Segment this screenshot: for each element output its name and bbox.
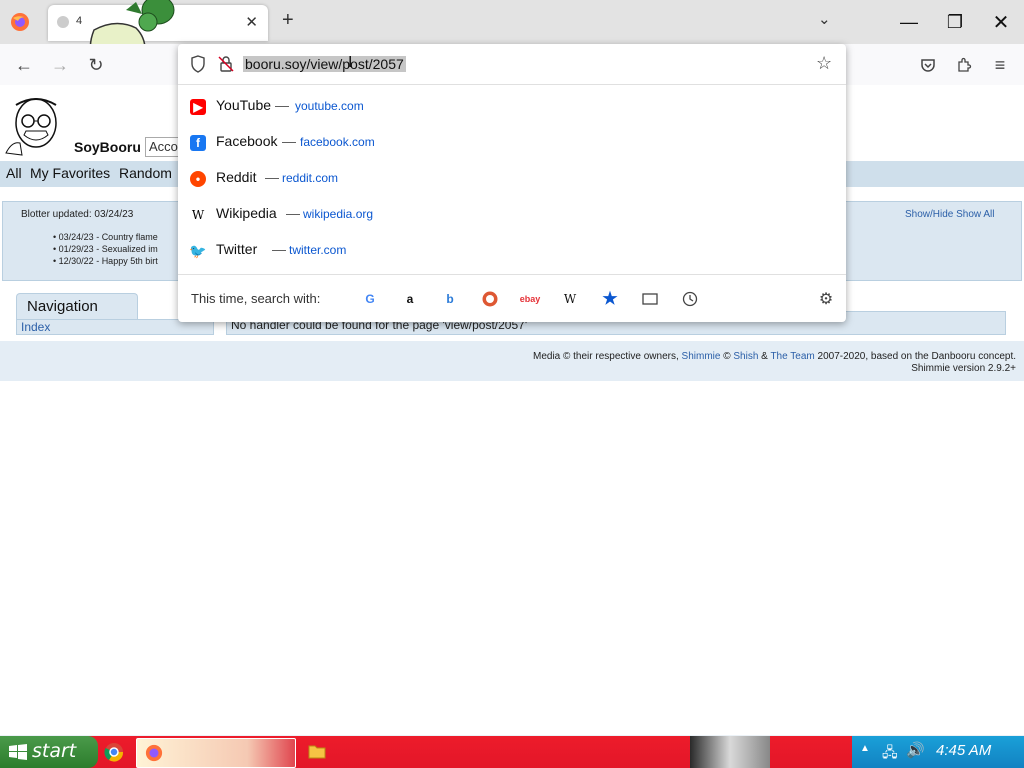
bing-icon[interactable]: b — [438, 287, 462, 311]
suggestion-item-reddit[interactable]: • Reddit — reddit.com — [178, 161, 846, 197]
blotter-item: • 12/30/22 - Happy 5th birt — [53, 256, 158, 266]
firefox-icon — [145, 744, 163, 762]
firefox-menu-icon[interactable] — [10, 12, 30, 32]
browser-title-bar: 4 ✕ + ⌄ — ❐ ✕ — [0, 0, 1024, 66]
search-engine-row: This time, search with: G a b ebay W ★ ⚙ — [178, 274, 846, 323]
chevron-down-icon[interactable]: ⌄ — [818, 10, 831, 28]
blotter-item: • 03/24/23 - Country flame — [53, 232, 158, 242]
duckduckgo-icon[interactable] — [478, 287, 502, 311]
volume-icon[interactable]: 🔊 — [906, 741, 925, 759]
navigation-panel-header: Navigation — [16, 293, 138, 320]
blotter-item-text: 12/30/22 - Happy 5th birt — [58, 256, 158, 266]
amazon-icon[interactable]: a — [398, 287, 422, 311]
wikipedia-icon[interactable]: W — [558, 287, 582, 311]
suggestion-name: Reddit — [216, 169, 257, 185]
separator-dash: — — [286, 205, 300, 221]
soyjak-logo-image — [5, 98, 57, 156]
active-tab[interactable]: 4 ✕ — [48, 0, 268, 66]
blotter-item-text: 03/24/23 - Country flame — [58, 232, 158, 242]
separator-dash: — — [272, 241, 286, 257]
folder-icon[interactable] — [308, 743, 326, 764]
suggestion-item-facebook[interactable]: f Facebook — facebook.com — [178, 125, 846, 161]
tab-close-icon[interactable]: ✕ — [245, 13, 258, 31]
bookmarks-icon[interactable]: ★ — [598, 287, 622, 311]
index-link[interactable]: Index — [21, 320, 50, 334]
pocket-icon[interactable] — [915, 52, 941, 78]
reddit-icon: • — [190, 171, 206, 187]
site-footer: Media © their respective owners, Shimmie… — [0, 341, 1024, 381]
extensions-icon[interactable] — [951, 52, 977, 78]
blotter-item: • 01/29/23 - Sexualized im — [53, 244, 158, 254]
suggestion-name: Wikipedia — [216, 205, 277, 221]
start-label: start — [32, 740, 77, 762]
clock[interactable]: 4:45 AM — [936, 742, 991, 759]
suggestion-item-twitter[interactable]: 🐦 Twitter — twitter.com — [178, 233, 846, 269]
team-link[interactable]: The Team — [770, 351, 814, 362]
gear-icon[interactable]: ⚙ — [814, 287, 838, 311]
network-icon[interactable]: 🖧 — [882, 742, 898, 766]
suggestion-url: reddit.com — [282, 171, 339, 185]
search-with-label: This time, search with: — [191, 291, 321, 306]
google-icon[interactable]: G — [358, 287, 382, 311]
blotter-updated: Blotter updated: 03/24/23 — [21, 209, 134, 220]
hamburger-menu-icon[interactable]: ≡ — [987, 52, 1013, 78]
nav-link-all[interactable]: All — [6, 165, 22, 181]
blotter-item-text: 01/29/23 - Sexualized im — [58, 244, 158, 254]
system-tray: ▲ 🖧 🔊 4:45 AM — [852, 736, 1024, 768]
suggestion-name: Facebook — [216, 133, 278, 149]
history-icon[interactable] — [678, 287, 702, 311]
separator-dash: — — [265, 169, 279, 185]
shield-icon[interactable] — [190, 55, 206, 78]
suggestion-item-youtube[interactable]: ▶ YouTube — youtube.com — [178, 89, 846, 125]
twitter-icon: 🐦 — [189, 242, 207, 259]
footer-text: © — [720, 351, 734, 362]
suggestion-url: facebook.com — [300, 135, 375, 149]
navigation-title: Navigation — [27, 298, 98, 315]
site-title[interactable]: SoyBooru — [74, 139, 141, 155]
minimize-icon[interactable]: — — [886, 0, 932, 44]
footer-text: & — [758, 351, 771, 362]
new-tab-icon[interactable]: + — [282, 9, 294, 32]
url-input-row[interactable]: booru.soy/view/post/2057 I ☆ — [178, 44, 846, 85]
text-cursor-icon: I — [348, 54, 353, 71]
forward-arrow-icon[interactable]: → — [47, 52, 73, 78]
shimmie-link[interactable]: Shimmie — [682, 351, 721, 362]
close-window-icon[interactable]: ✕ — [978, 0, 1024, 44]
insecure-lock-icon[interactable] — [218, 55, 234, 78]
tabs-icon[interactable] — [638, 287, 662, 311]
back-arrow-icon[interactable]: ← — [11, 52, 37, 78]
suggestion-url: youtube.com — [295, 99, 364, 113]
shish-link[interactable]: Shish — [733, 351, 758, 362]
windows-flag-icon — [9, 744, 27, 760]
footer-credits: Media © their respective owners, Shimmie… — [533, 351, 1016, 362]
separator-dash: — — [282, 133, 296, 149]
url-dropdown: booru.soy/view/post/2057 I ☆ ▶ YouTube —… — [178, 44, 846, 322]
youtube-icon: ▶ — [190, 99, 206, 115]
suggestion-url: wikipedia.org — [303, 207, 374, 221]
restore-icon[interactable]: ❐ — [932, 0, 978, 44]
tray-expand-icon[interactable]: ▲ — [860, 743, 870, 754]
suggestion-url: twitter.com — [289, 243, 347, 257]
separator-dash: — — [275, 97, 289, 113]
nav-link-random[interactable]: Random — [119, 165, 172, 181]
nav-link-favorites[interactable]: My Favorites — [30, 165, 110, 181]
start-button[interactable]: start — [0, 736, 98, 768]
facebook-icon: f — [190, 135, 206, 151]
blotter-toggle-link[interactable]: Show/Hide Show All — [905, 209, 995, 220]
wikipedia-icon: W — [191, 208, 205, 222]
suggestion-name: Twitter — [216, 241, 258, 257]
chrome-icon[interactable] — [104, 742, 124, 767]
ebay-icon[interactable]: ebay — [518, 287, 542, 311]
suggestion-name: YouTube — [216, 97, 272, 113]
footer-text: 2007-2020, based on the Danbooru concept… — [814, 351, 1017, 362]
footer-text: Media © their respective owners, — [532, 351, 682, 362]
taskbar-image-strip — [690, 736, 770, 768]
suggestion-item-wikipedia[interactable]: W Wikipedia — wikipedia.org — [178, 197, 846, 233]
reload-icon[interactable]: ↻ — [83, 52, 109, 78]
footer-version: Shimmie version 2.9.2+ — [911, 363, 1016, 374]
bookmark-star-icon[interactable]: ☆ — [816, 53, 832, 74]
taskbar-item-firefox[interactable] — [136, 738, 296, 768]
taskbar: start ▲ 🖧 🔊 4:45 AM — [0, 736, 1024, 768]
url-input[interactable]: booru.soy/view/post/2057 — [243, 56, 406, 72]
